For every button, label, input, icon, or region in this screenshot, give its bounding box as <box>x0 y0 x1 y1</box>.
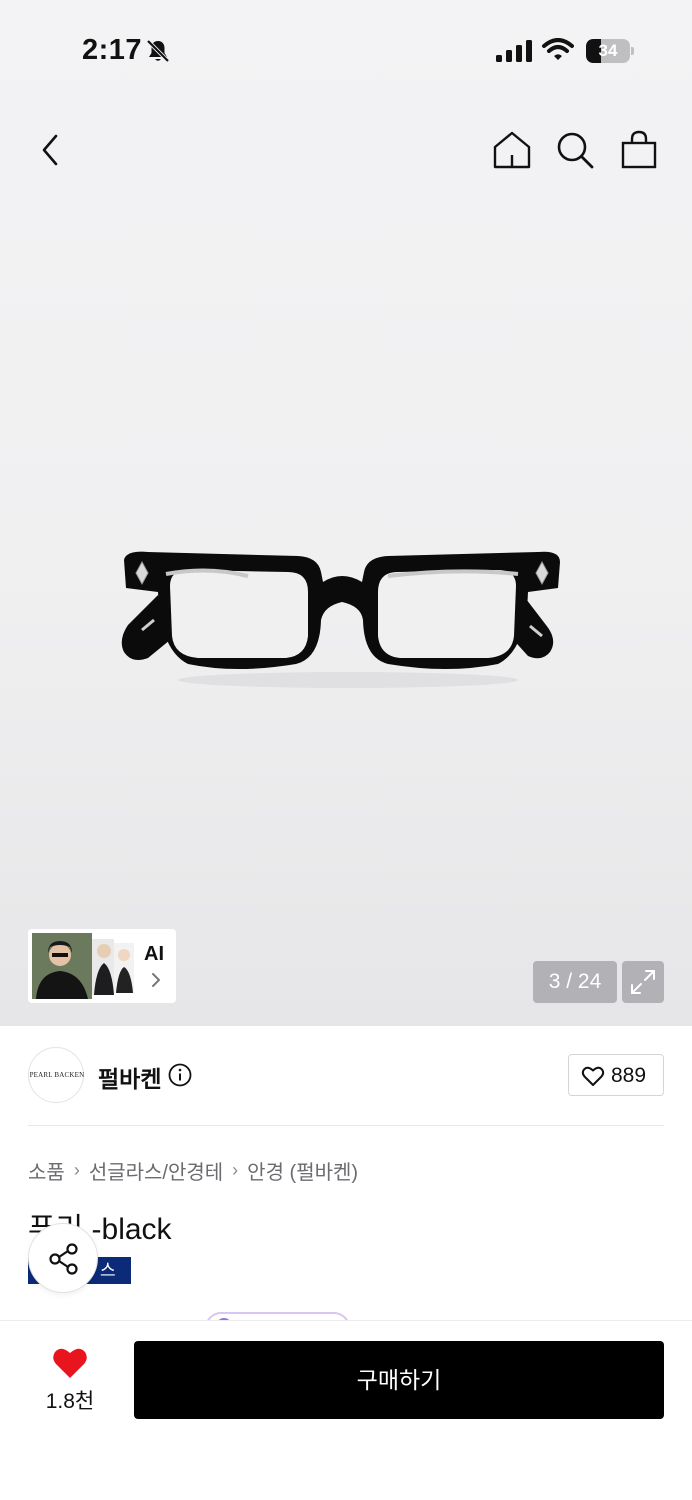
glasses-product-image <box>121 551 560 688</box>
brand-like-count: 889 <box>611 1064 647 1087</box>
cart-button[interactable] <box>617 128 661 172</box>
heart-filled-icon[interactable] <box>51 1346 89 1380</box>
breadcrumb: 소품 › 선글라스/안경테 › 안경 (펄바켄) <box>28 1156 358 1184</box>
info-icon[interactable] <box>168 1063 192 1087</box>
chevron-right-icon <box>152 973 160 987</box>
back-button[interactable] <box>28 128 72 172</box>
wish-count: 1.8천 <box>45 1390 95 1413</box>
search-icon <box>557 132 594 169</box>
ai-label: AI <box>144 943 164 965</box>
status-time: 2:17 <box>82 34 143 66</box>
search-button[interactable] <box>553 128 597 172</box>
share-button[interactable] <box>28 1223 98 1293</box>
battery-icon: 34 <box>586 39 634 63</box>
chevron-right-icon: › <box>232 1159 239 1180</box>
battery-percent: 34 <box>598 41 618 60</box>
brand-logo-text: PEARL BACKEN <box>29 1071 85 1079</box>
breadcrumb-item-subcategory[interactable]: 선글라스/안경테 <box>89 1156 223 1185</box>
chevron-right-icon: › <box>73 1159 80 1180</box>
signal-icon <box>496 40 532 62</box>
shopping-bag-icon <box>621 130 657 169</box>
expand-button[interactable] <box>622 961 664 1003</box>
breadcrumb-item-category[interactable]: 소품 <box>28 1156 65 1185</box>
home-icon <box>493 131 531 169</box>
expand-icon <box>631 970 655 994</box>
divider <box>28 1125 664 1126</box>
ai-model-thumbnails <box>32 933 134 999</box>
brand-logo[interactable]: PEARL BACKEN <box>28 1047 84 1103</box>
wifi-icon <box>542 38 574 60</box>
ai-styling-card[interactable]: AI <box>28 929 176 1003</box>
breadcrumb-item-brand-category[interactable]: 안경 (펄바켄) <box>247 1156 358 1185</box>
back-chevron-icon <box>42 134 58 166</box>
buy-button[interactable]: 구매하기 <box>134 1341 664 1419</box>
brand-like-button[interactable]: 889 <box>568 1054 664 1096</box>
home-button[interactable] <box>490 128 534 172</box>
brand-name[interactable]: 펄바켄 <box>98 1060 161 1094</box>
heart-outline-icon <box>581 1066 605 1086</box>
bell-off-icon <box>146 39 170 63</box>
share-icon <box>49 1243 78 1275</box>
image-counter: 3 / 24 <box>533 961 617 1003</box>
